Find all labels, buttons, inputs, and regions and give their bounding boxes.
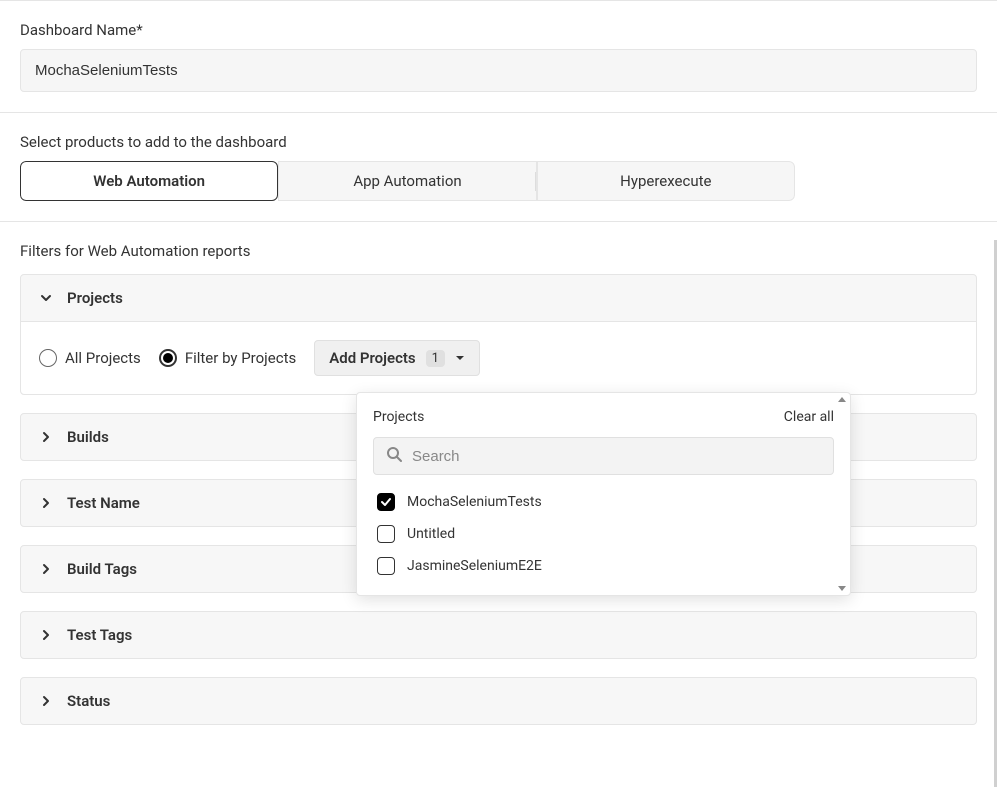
chevron-right-icon	[39, 430, 53, 444]
option-label: Untitled	[407, 526, 455, 542]
project-option[interactable]: Untitled	[377, 525, 830, 543]
tab-hyperexecute[interactable]: Hyperexecute	[537, 161, 795, 201]
add-projects-label: Add Projects	[329, 349, 415, 367]
chevron-right-icon	[39, 628, 53, 642]
accordion-title: Test Name	[67, 494, 140, 512]
dashboard-name-label: Dashboard Name*	[20, 21, 977, 39]
accordion-test-tags: Test Tags	[20, 611, 977, 659]
add-projects-count: 1	[426, 350, 445, 367]
caret-down-icon	[455, 349, 465, 367]
accordion-header-test-tags[interactable]: Test Tags	[21, 612, 976, 658]
project-option[interactable]: MochaSeleniumTests	[377, 493, 830, 511]
accordion-projects: Projects All Projects Filter by Projects…	[20, 274, 977, 395]
dropdown-header: Projects Clear all	[373, 409, 834, 425]
radio-icon	[39, 349, 57, 367]
accordion-title: Builds	[67, 428, 109, 446]
product-select-section: Select products to add to the dashboard …	[0, 112, 997, 221]
checkbox-checked-icon	[377, 493, 395, 511]
tab-label: App Automation	[353, 172, 461, 190]
radio-label: Filter by Projects	[185, 349, 296, 367]
chevron-right-icon	[39, 496, 53, 510]
accordion-title: Build Tags	[67, 560, 137, 578]
dropdown-title: Projects	[373, 409, 424, 425]
projects-radio-group: All Projects Filter by Projects	[39, 349, 296, 367]
accordion-header-projects[interactable]: Projects	[21, 275, 976, 321]
project-option[interactable]: JasmineSeleniumE2E	[377, 557, 830, 575]
option-label: JasmineSeleniumE2E	[407, 558, 542, 574]
project-option-list: MochaSeleniumTests Untitled JasmineSelen…	[373, 489, 834, 579]
dashboard-name-section: Dashboard Name*	[0, 0, 997, 112]
chevron-right-icon	[39, 694, 53, 708]
checkbox-unchecked-icon	[377, 557, 395, 575]
chevron-right-icon	[39, 562, 53, 576]
scroll-down-icon[interactable]	[838, 586, 846, 591]
scroll-up-icon[interactable]	[838, 397, 846, 402]
search-wrap	[373, 437, 834, 475]
accordion-header-status[interactable]: Status	[21, 678, 976, 724]
filters-title: Filters for Web Automation reports	[0, 222, 997, 274]
accordion-status: Status	[20, 677, 977, 725]
search-input[interactable]	[412, 448, 821, 465]
chevron-down-icon	[39, 291, 53, 305]
checkbox-unchecked-icon	[377, 525, 395, 543]
clear-all-button[interactable]: Clear all	[784, 409, 834, 425]
tab-label: Hyperexecute	[620, 172, 711, 190]
product-select-label: Select products to add to the dashboard	[20, 133, 977, 151]
radio-label: All Projects	[65, 349, 141, 367]
projects-dropdown-panel: Projects Clear all MochaSeleniumTests Un…	[356, 392, 851, 596]
radio-icon	[159, 349, 177, 367]
accordion-title: Status	[67, 692, 110, 710]
filters-content: Projects All Projects Filter by Projects…	[0, 274, 997, 763]
tab-label: Web Automation	[93, 172, 205, 190]
search-icon	[386, 446, 402, 466]
accordion-body-projects: All Projects Filter by Projects Add Proj…	[21, 321, 976, 394]
dashboard-name-input[interactable]	[20, 49, 977, 92]
tab-divider	[535, 172, 536, 191]
tab-web-automation[interactable]: Web Automation	[20, 161, 278, 201]
radio-all-projects[interactable]: All Projects	[39, 349, 141, 367]
radio-filter-by-projects[interactable]: Filter by Projects	[159, 349, 296, 367]
accordion-title: Projects	[67, 289, 123, 307]
tab-app-automation[interactable]: App Automation	[278, 161, 536, 201]
product-tabs: Web Automation App Automation Hyperexecu…	[20, 161, 795, 201]
add-projects-button[interactable]: Add Projects 1	[314, 340, 480, 376]
option-label: MochaSeleniumTests	[407, 494, 542, 510]
accordion-title: Test Tags	[67, 626, 132, 644]
